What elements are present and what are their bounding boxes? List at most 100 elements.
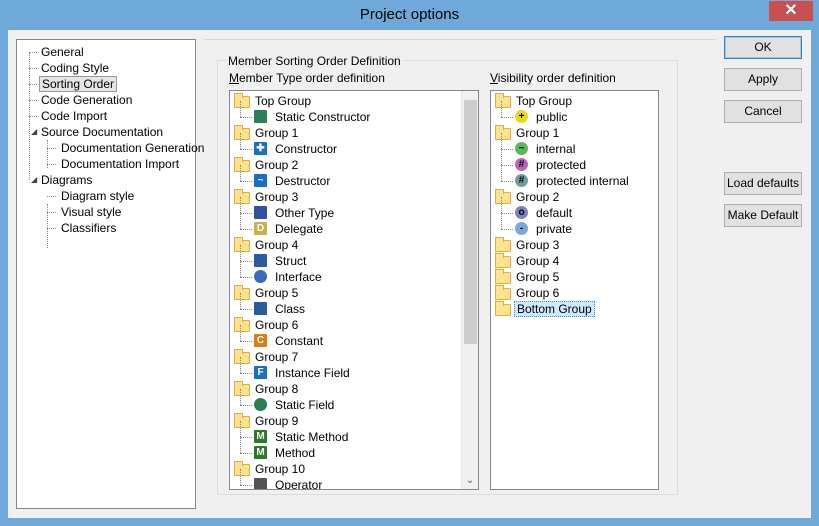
- close-icon[interactable]: ✕: [769, 1, 813, 21]
- tree-line: [240, 133, 241, 149]
- nav-item-diagram-style[interactable]: Diagram style: [59, 188, 136, 204]
- folder-icon: [234, 413, 250, 428]
- nav-item-classifiers[interactable]: Classifiers: [59, 220, 118, 236]
- member-tree-label: Destructor: [275, 174, 331, 188]
- static-constructor-icon: [254, 110, 267, 123]
- folder-icon: [234, 125, 250, 140]
- visibility-tree-label: Group 2: [516, 190, 560, 204]
- static-field-icon: [254, 398, 267, 411]
- group-label: Member Sorting Order Definition: [226, 54, 403, 68]
- member-tree-label: Delegate: [275, 222, 324, 236]
- tree-connector: [29, 68, 37, 69]
- visibility-label: Visibility order definition: [490, 71, 616, 85]
- visibility-tree-label: Group 3: [516, 238, 560, 252]
- nav-item-visual-style[interactable]: Visual style: [59, 204, 123, 220]
- tree-connector: [47, 196, 56, 197]
- load-defaults-button[interactable]: Load defaults: [724, 172, 802, 195]
- tree-connector: [501, 117, 513, 118]
- member-tree-label: Static Method: [275, 430, 349, 444]
- nav-item-general[interactable]: General: [39, 44, 86, 60]
- tree-connector: [29, 84, 37, 85]
- tree-line: [29, 52, 30, 180]
- protected-internal-icon: #: [515, 174, 528, 187]
- options-navigation-tree: General Coding Style Sorting Order Code Gen…: [16, 39, 204, 509]
- struct-icon: [254, 254, 267, 267]
- visibility-tree-label: Group 5: [516, 270, 560, 284]
- visibility-tree-label: protected internal: [536, 174, 629, 188]
- member-type-tree[interactable]: ⌄ Top Group Static Constructor Group 1 ✚ Con…: [229, 90, 479, 490]
- member-tree-scrollbar[interactable]: ⌄: [461, 91, 478, 489]
- member-tree-label: Group 4: [255, 238, 299, 252]
- apply-button[interactable]: Apply: [724, 68, 802, 91]
- folder-icon: [495, 269, 511, 284]
- member-tree-label: Group 5: [255, 286, 299, 300]
- title-bar: Project options ✕: [0, 0, 819, 30]
- cancel-button[interactable]: Cancel: [724, 100, 802, 123]
- nav-item-documentation-import[interactable]: Documentation Import: [59, 156, 181, 172]
- tree-line: [240, 293, 241, 309]
- folder-icon: [234, 285, 250, 300]
- tree-connector: [240, 453, 252, 454]
- private-icon: -: [515, 222, 528, 235]
- method-icon: M: [254, 446, 267, 459]
- nav-item-documentation-generation[interactable]: Documentation Generation: [59, 140, 206, 156]
- nav-item-code-import[interactable]: Code Import: [39, 108, 109, 124]
- visibility-tree-label: public: [536, 110, 568, 124]
- tree-connector: [240, 261, 252, 262]
- scroll-thumb[interactable]: [464, 100, 477, 344]
- member-tree-label: Instance Field: [275, 366, 350, 380]
- member-tree-label: Top Group: [255, 94, 312, 108]
- tree-connector: [240, 437, 252, 438]
- tree-line: [240, 261, 241, 277]
- tree-line: [47, 140, 48, 168]
- internal-icon: ~: [515, 142, 528, 155]
- folder-icon: [234, 381, 250, 396]
- make-default-button[interactable]: Make Default: [724, 204, 802, 227]
- tree-connector: [47, 212, 56, 213]
- tree-connector: [240, 277, 252, 278]
- nav-item-code-generation[interactable]: Code Generation: [39, 92, 134, 108]
- folder-icon: [234, 349, 250, 364]
- collapse-arrow-icon[interactable]: ◢: [29, 124, 39, 140]
- visibility-tree-label: protected: [536, 158, 587, 172]
- tree-connector: [501, 181, 513, 182]
- nav-item-diagrams[interactable]: Diagrams: [39, 172, 94, 188]
- static-method-icon: M: [254, 430, 267, 443]
- tree-line: [240, 421, 241, 437]
- member-tree-label: Static Constructor: [275, 110, 371, 124]
- visibility-tree-label: private: [536, 222, 573, 236]
- collapse-arrow-icon[interactable]: ◢: [29, 172, 39, 188]
- nav-item-coding-style[interactable]: Coding Style: [39, 60, 111, 76]
- tree-connector: [501, 149, 513, 150]
- member-tree-label: Operator: [275, 478, 323, 490]
- tree-line: [501, 165, 502, 181]
- member-tree-label: Group 1: [255, 126, 299, 140]
- other-type-icon: [254, 206, 267, 219]
- folder-icon: [495, 189, 511, 204]
- tree-line: [240, 101, 241, 117]
- visibility-order-tree[interactable]: Top Group + public Group 1 ~ internal # protect…: [490, 90, 659, 490]
- public-icon: +: [515, 110, 528, 123]
- constructor-icon: ✚: [254, 142, 267, 155]
- member-tree-label: Group 6: [255, 318, 299, 332]
- member-tree-label: Struct: [275, 254, 307, 268]
- tree-connector: [47, 228, 56, 229]
- tree-connector: [240, 373, 252, 374]
- tree-line: [501, 101, 502, 117]
- ok-button[interactable]: OK: [724, 36, 802, 59]
- operator-icon: [254, 478, 267, 489]
- nav-item-source-documentation[interactable]: Source Documentation: [39, 124, 165, 140]
- folder-icon: [495, 93, 511, 108]
- tree-line: [240, 437, 241, 453]
- tree-line: [240, 325, 241, 341]
- nav-item-sorting-order[interactable]: Sorting Order: [39, 76, 118, 92]
- tree-line: [501, 197, 502, 213]
- visibility-tree-label: internal: [536, 142, 576, 156]
- tree-connector: [47, 164, 56, 165]
- folder-icon: [495, 285, 511, 300]
- tree-line: [240, 389, 241, 405]
- tree-connector: [240, 229, 252, 230]
- member-tree-label: Method: [275, 446, 316, 460]
- delegate-icon: D: [254, 222, 267, 235]
- scroll-down-icon[interactable]: ⌄: [462, 473, 478, 489]
